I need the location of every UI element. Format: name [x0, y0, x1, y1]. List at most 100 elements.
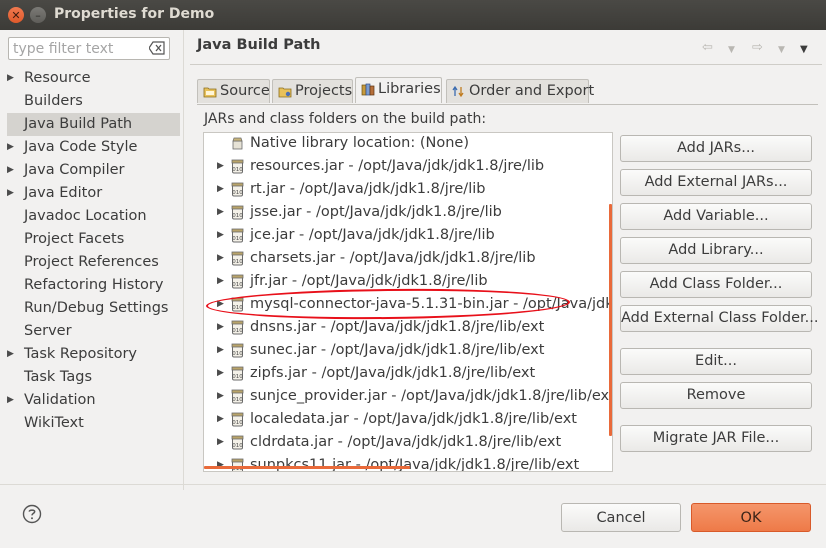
nav-item-task-repository[interactable]: ▶ Task Repository: [0, 343, 180, 366]
library-entry[interactable]: ▶ 010 cldrdata.jar - /opt/Java/jdk/jdk1.8/…: [204, 431, 612, 454]
library-entry[interactable]: ▶ 010 rt.jar - /opt/Java/jdk/jdk1.8/jre/li…: [204, 178, 612, 201]
footer-divider: [0, 484, 826, 485]
expand-arrow-icon[interactable]: ▶: [217, 385, 224, 408]
add-variable-button[interactable]: Add Variable...: [620, 203, 812, 230]
source-folder-icon: [203, 87, 217, 98]
nav-item-task-tags[interactable]: Task Tags: [0, 366, 180, 389]
forward-menu-chevron-icon[interactable]: ▼: [778, 45, 785, 55]
add-class-folder-button[interactable]: Add Class Folder...: [620, 271, 812, 298]
nav-item-java-code-style[interactable]: ▶ Java Code Style: [0, 136, 180, 159]
library-entry[interactable]: ▶ 010 jce.jar - /opt/Java/jdk/jdk1.8/jre/l…: [204, 224, 612, 247]
tab-projects[interactable]: Projects: [272, 79, 353, 103]
ok-button[interactable]: OK: [691, 503, 811, 532]
library-entry[interactable]: ▶ 010 jfr.jar - /opt/Java/jdk/jdk1.8/jre/l…: [204, 270, 612, 293]
remove-button[interactable]: Remove: [620, 382, 812, 409]
library-entry[interactable]: ▶ 010 resources.jar - /opt/Java/jdk/jdk1.8…: [204, 155, 612, 178]
expand-arrow-icon[interactable]: ▶: [217, 201, 224, 224]
expand-arrow-icon[interactable]: ▶: [217, 247, 224, 270]
expand-arrow-icon[interactable]: ▶: [7, 159, 14, 182]
library-entry[interactable]: ▶ 010 jsse.jar - /opt/Java/jdk/jdk1.8/jre/…: [204, 201, 612, 224]
heading-divider: [190, 64, 822, 65]
expand-arrow-icon[interactable]: ▶: [7, 67, 14, 90]
back-menu-chevron-icon[interactable]: ▼: [728, 45, 735, 55]
nav-item-java-build-path[interactable]: Java Build Path: [7, 113, 180, 136]
nav-item-javadoc-location[interactable]: Javadoc Location: [0, 205, 180, 228]
nav-item-wikitext[interactable]: WikiText: [0, 412, 180, 435]
add-jars-button[interactable]: Add JARs...: [620, 135, 812, 162]
nav-item-label: Task Tags: [24, 369, 93, 385]
nav-item-refactoring-history[interactable]: Refactoring History: [0, 274, 180, 297]
nav-item-label: WikiText: [24, 415, 84, 431]
vertical-scrollbar[interactable]: [609, 204, 612, 436]
view-menu-icon[interactable]: ▼: [800, 44, 808, 55]
edit-button[interactable]: Edit...: [620, 348, 812, 375]
filter-input[interactable]: [13, 40, 149, 57]
expand-arrow-icon[interactable]: ▶: [217, 408, 224, 431]
library-entry[interactable]: ▶ 010 charsets.jar - /opt/Java/jdk/jdk1.8/…: [204, 247, 612, 270]
expand-arrow-icon[interactable]: ▶: [217, 454, 224, 471]
nav-item-java-editor[interactable]: ▶ Java Editor: [0, 182, 180, 205]
expand-arrow-icon[interactable]: ▶: [7, 389, 14, 412]
svg-text:010: 010: [232, 167, 243, 173]
nav-item-label: Javadoc Location: [24, 208, 147, 224]
tab-source[interactable]: Source: [197, 79, 270, 103]
expand-arrow-icon[interactable]: ▶: [217, 178, 224, 201]
nav-item-java-compiler[interactable]: ▶ Java Compiler: [0, 159, 180, 182]
library-entry[interactable]: ▶ 010 sunec.jar - /opt/Java/jdk/jdk1.8/jre…: [204, 339, 612, 362]
jar-icon: 010: [231, 366, 244, 381]
expand-arrow-icon[interactable]: ▶: [217, 316, 224, 339]
library-entry-highlighted[interactable]: ▶ 010 mysql-connector-java-5.1.31-bin.jar …: [204, 293, 612, 316]
title-bar: ✕ – Properties for Demo: [0, 0, 826, 30]
expand-arrow-icon[interactable]: ▶: [7, 182, 14, 205]
expand-arrow-icon[interactable]: ▶: [7, 343, 14, 366]
expand-arrow-icon[interactable]: ▶: [217, 224, 224, 247]
expand-arrow-icon[interactable]: ▶: [217, 293, 224, 316]
nav-item-label: Refactoring History: [24, 277, 164, 293]
jar-icon: 010: [231, 435, 244, 450]
nav-item-run-debug-settings[interactable]: Run/Debug Settings: [0, 297, 180, 320]
back-arrow-icon[interactable]: ⇦: [702, 40, 713, 55]
filter-field[interactable]: [8, 37, 170, 60]
nav-item-resource[interactable]: ▶ Resource: [0, 67, 180, 90]
expand-arrow-icon[interactable]: ▶: [217, 270, 224, 293]
nav-item-label: Task Repository: [24, 346, 138, 362]
nav-item-server[interactable]: Server: [0, 320, 180, 343]
add-library-button[interactable]: Add Library...: [620, 237, 812, 264]
library-entry[interactable]: Native library location: (None): [204, 133, 612, 155]
nav-item-project-references[interactable]: Project References: [0, 251, 180, 274]
add-external-jars-button[interactable]: Add External JARs...: [620, 169, 812, 196]
library-entry-label: jce.jar - /opt/Java/jdk/jdk1.8/jre/lib: [250, 227, 495, 243]
expand-arrow-icon[interactable]: ▶: [217, 362, 224, 385]
cancel-button[interactable]: Cancel: [561, 503, 681, 532]
nav-item-label: Project Facets: [24, 231, 125, 247]
nav-item-validation[interactable]: ▶ Validation: [0, 389, 180, 412]
library-entry[interactable]: ▶ 010 dnsns.jar - /opt/Java/jdk/jdk1.8/jre…: [204, 316, 612, 339]
add-external-class-folder-button[interactable]: Add External Class Folder...: [620, 305, 819, 332]
library-entry[interactable]: ▶ 010 sunjce_provider.jar - /opt/Java/jdk/…: [204, 385, 612, 408]
clear-filter-icon[interactable]: [149, 41, 165, 55]
expand-arrow-icon[interactable]: ▶: [217, 155, 224, 178]
library-entry[interactable]: ▶ 010 localedata.jar - /opt/Java/jdk/jdk1.…: [204, 408, 612, 431]
jar-icon: 010: [231, 182, 244, 197]
library-entry[interactable]: ▶ 010 sunpkcs11.jar - /opt/Java/jdk/jdk1.8…: [204, 454, 612, 471]
libraries-list[interactable]: Native library location: (None) ▶ 010 resou…: [203, 132, 613, 472]
nav-item-builders[interactable]: Builders: [0, 90, 180, 113]
expand-arrow-icon[interactable]: ▶: [217, 431, 224, 454]
tab-order-and-export[interactable]: Order and Export: [446, 79, 594, 103]
forward-arrow-icon[interactable]: ⇨: [752, 40, 763, 55]
expand-arrow-icon[interactable]: ▶: [7, 136, 14, 159]
sash-divider[interactable]: [183, 30, 184, 490]
expand-arrow-icon[interactable]: ▶: [217, 339, 224, 362]
nav-item-label: Java Build Path: [24, 116, 133, 132]
svg-text:010: 010: [232, 420, 243, 426]
close-icon[interactable]: ✕: [8, 7, 24, 23]
jar-icon: 010: [231, 205, 244, 220]
horizontal-scrollbar[interactable]: [204, 466, 410, 469]
nav-item-project-facets[interactable]: Project Facets: [0, 228, 180, 251]
tab-libraries[interactable]: Libraries: [355, 77, 442, 103]
minimize-icon[interactable]: –: [30, 7, 46, 23]
help-icon[interactable]: [22, 504, 42, 524]
library-entry[interactable]: ▶ 010 zipfs.jar - /opt/Java/jdk/jdk1.8/jre…: [204, 362, 612, 385]
projects-icon: [278, 87, 292, 98]
migrate-jar-file-button[interactable]: Migrate JAR File...: [620, 425, 812, 452]
